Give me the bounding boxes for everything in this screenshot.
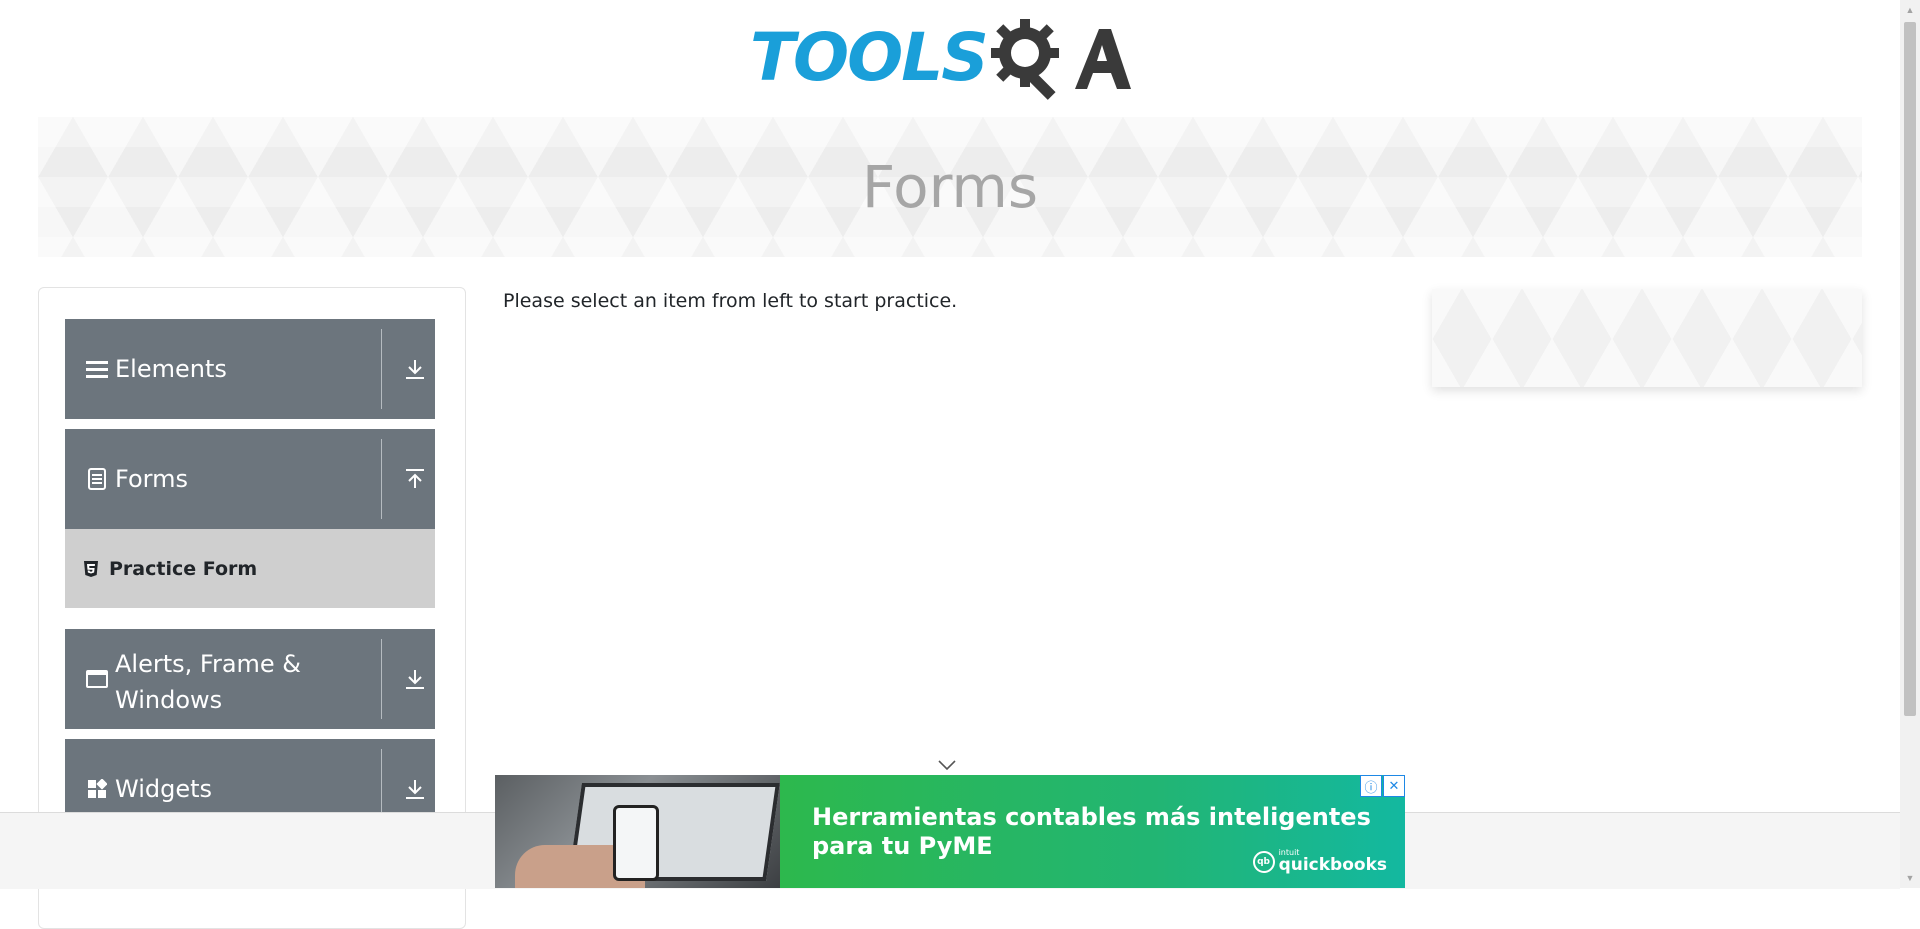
logo-tools-text: TOOLS — [750, 19, 989, 96]
document-icon — [85, 467, 109, 491]
collapse-arrow-icon[interactable] — [401, 429, 429, 529]
ad-photo — [495, 775, 780, 888]
ad-brand: qb intuit quickbooks — [1252, 849, 1387, 875]
submenu-practice-form[interactable]: Practice Form — [65, 529, 435, 608]
logo-qa-mark — [987, 11, 1133, 105]
gear-icon — [990, 19, 1059, 100]
group-divider — [381, 639, 382, 719]
vertical-scrollbar[interactable]: ▲ ▼ — [1900, 0, 1920, 888]
group-elements-label: Elements — [115, 355, 227, 383]
group-divider — [381, 329, 382, 409]
expand-arrow-icon[interactable] — [401, 319, 429, 419]
letter-a-mark — [1074, 29, 1131, 89]
page-banner: Forms — [38, 117, 1862, 257]
bottom-advertisement[interactable]: Herramientas contables más inteligentes … — [495, 775, 1405, 888]
quickbooks-logo-icon: qb — [1252, 850, 1275, 873]
page-title: Forms — [861, 153, 1039, 221]
toolsqa-logo[interactable]: TOOLS — [750, 10, 1156, 106]
group-elements[interactable]: Elements — [65, 319, 435, 419]
ad-close-icon[interactable]: ✕ — [1383, 775, 1405, 797]
chevron-down-icon[interactable] — [937, 757, 957, 773]
practice-prompt-text: Please select an item from left to start… — [503, 290, 958, 312]
ad-controls: ⓘ ✕ — [1359, 775, 1405, 797]
ad-brand-name: quickbooks — [1278, 855, 1387, 875]
group-forms[interactable]: Forms — [65, 429, 435, 529]
scrollbar-thumb[interactable] — [1904, 22, 1916, 716]
right-ad-placeholder — [1432, 289, 1862, 387]
window-icon — [85, 667, 109, 691]
group-forms-label: Forms — [115, 465, 188, 493]
group-alerts-label: Alerts, Frame & Windows — [115, 650, 302, 714]
scroll-down-icon[interactable]: ▼ — [1900, 868, 1920, 888]
widgets-icon — [85, 777, 109, 801]
group-widgets-label: Widgets — [115, 775, 213, 803]
ad-info-icon[interactable]: ⓘ — [1360, 775, 1382, 797]
html5-icon — [83, 560, 101, 578]
submenu-practice-form-label: Practice Form — [109, 557, 258, 580]
group-divider — [381, 439, 382, 519]
ad-phone-image — [613, 805, 659, 881]
ad-green-panel: Herramientas contables más inteligentes … — [780, 775, 1405, 888]
group-alerts-frame-windows[interactable]: Alerts, Frame & Windows — [65, 629, 435, 729]
scroll-up-icon[interactable]: ▲ — [1900, 0, 1920, 20]
expand-arrow-icon[interactable] — [401, 629, 429, 729]
menu-icon — [85, 357, 109, 381]
